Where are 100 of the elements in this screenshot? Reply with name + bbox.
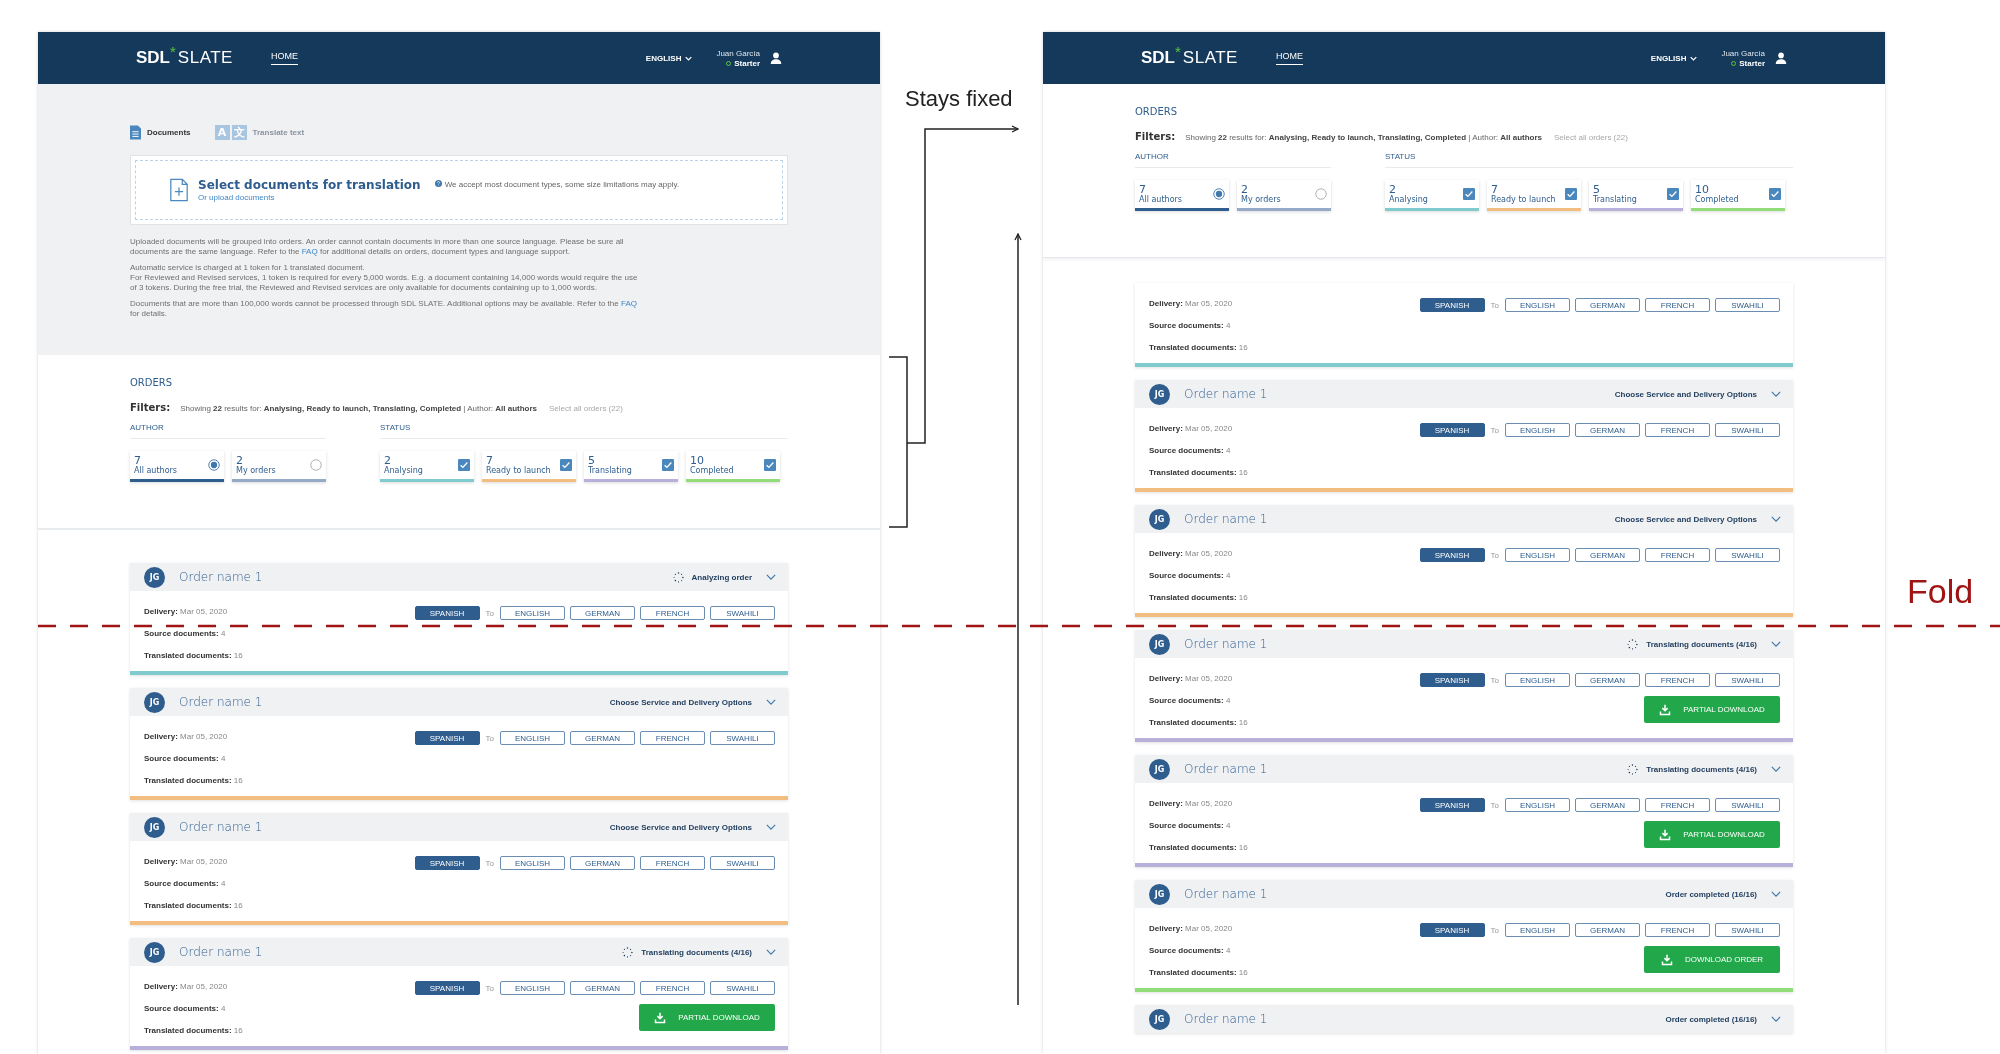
to-label: To — [485, 983, 494, 993]
card-header[interactable]: JG Order name 1 Analyzing order — [130, 563, 788, 591]
faq-link[interactable]: FAQ — [301, 247, 318, 256]
translate-icon: 文 — [231, 125, 247, 140]
delivery-date: Delivery: Mar 05, 2020 — [1149, 423, 1234, 435]
order-name: Order name 1 — [1184, 387, 1268, 401]
chevron-down-icon — [1690, 55, 1698, 61]
card-header[interactable]: JG Order name 1 Choose Service and Delivery Options — [130, 688, 788, 716]
target-language-tag: SWAHILI — [710, 981, 775, 995]
status-filter[interactable]: 2 Analysing — [1385, 180, 1479, 211]
author-filter[interactable]: 7 All authors — [1135, 180, 1229, 211]
chevron-down-icon[interactable] — [1771, 391, 1781, 397]
note-text: Uploaded documents will be grouped into orders. An order cannot contain documents in more than one source language. Please be sure all documents are the same language. Refer to the FAQ for additional details on orders, document types and language support. — [130, 237, 625, 257]
to-label: To — [485, 858, 494, 868]
status-filter[interactable]: 2 Analysing — [380, 451, 474, 482]
download-icon — [654, 1011, 667, 1024]
dropzone[interactable]: Select documents for translation Or upload documents We accept most document types, some size limitations may apply. — [130, 155, 788, 225]
to-label: To — [1490, 550, 1499, 560]
user-icon[interactable] — [770, 52, 782, 64]
source-count: Source documents: 4 — [1149, 445, 1232, 457]
chevron-down-icon — [685, 55, 693, 61]
chevron-down-icon[interactable] — [766, 699, 776, 705]
filter-summary: Showing 22 results for: Analysing, Ready to launch, Translating, Completed | Author: All authors — [1185, 133, 1543, 142]
language-dropdown[interactable]: ENGLISH — [645, 53, 693, 63]
order-name: Order name 1 — [1184, 762, 1268, 776]
status-filter[interactable]: 5 Translating — [1589, 180, 1683, 211]
delivery-date: Delivery: Mar 05, 2020 — [1149, 673, 1234, 685]
filters-label: Filters: — [1135, 131, 1176, 142]
chevron-down-icon[interactable] — [1771, 766, 1781, 772]
language-dropdown[interactable]: ENGLISH — [1650, 53, 1698, 63]
source-language-tag: SPANISH — [414, 731, 480, 745]
source-count: Source documents: 4 — [1149, 945, 1232, 957]
card-header[interactable]: JG Order name 1 Translating documents (4/16) — [130, 938, 788, 966]
source-language-tag: SPANISH — [414, 856, 480, 870]
document-icon — [130, 125, 141, 140]
target-language-tag: ENGLISH — [1505, 798, 1570, 812]
avatar: JG — [1149, 758, 1170, 780]
nav-link[interactable]: HOME — [1275, 51, 1303, 65]
target-language-tag: SWAHILI — [1715, 798, 1780, 812]
delivery-date: Delivery: Mar 05, 2020 — [1149, 923, 1234, 935]
download-icon — [1659, 703, 1672, 716]
faq-link[interactable]: FAQ — [620, 299, 637, 308]
delivery-date: Delivery: Mar 05, 2020 — [1149, 548, 1234, 560]
translated-count: Translated documents: 16 — [1149, 967, 1248, 979]
translated-count: Translated documents: 16 — [1149, 717, 1248, 729]
filter-summary: Showing 22 results for: Analysing, Ready to launch, Translating, Completed | Author: All authors — [180, 404, 538, 413]
author-filter[interactable]: 7 All authors — [130, 451, 224, 482]
author-filter[interactable]: 2 My orders — [1237, 180, 1331, 211]
delivery-date: Delivery: Mar 05, 2020 — [144, 606, 229, 618]
chevron-down-icon[interactable] — [1771, 641, 1781, 647]
mode-tab[interactable]: Documents — [130, 125, 191, 140]
order-name: Order name 1 — [179, 945, 263, 959]
target-language-tag: FRENCH — [1645, 798, 1710, 812]
target-language-tag: SWAHILI — [710, 731, 775, 745]
chevron-down-icon[interactable] — [766, 824, 776, 830]
order-status: Choose Service and Delivery Options — [609, 822, 752, 832]
card-header[interactable]: JG Order name 1 Choose Service and Delivery Options — [1135, 380, 1793, 408]
status-filter[interactable]: 7 Ready to launch — [482, 451, 576, 482]
avatar: JG — [144, 941, 165, 963]
chevron-down-icon[interactable] — [766, 949, 776, 955]
chevron-down-icon[interactable] — [1771, 516, 1781, 522]
source-count: Source documents: 4 — [1149, 320, 1232, 332]
card-header[interactable]: JG Order name 1 Choose Service and Delivery Options — [1135, 505, 1793, 533]
radio-icon — [1213, 188, 1225, 200]
chevron-down-icon[interactable] — [766, 574, 776, 580]
status-filter[interactable]: 5 Translating — [584, 451, 678, 482]
upload-link[interactable]: Or upload documents — [198, 193, 421, 202]
source-count: Source documents: 4 — [144, 878, 227, 890]
target-language-tag: FRENCH — [640, 606, 705, 620]
translated-count: Translated documents: 16 — [1149, 842, 1248, 854]
checkbox-icon — [662, 459, 674, 471]
avatar: JG — [1149, 1008, 1170, 1030]
avatar: JG — [1149, 383, 1170, 405]
card-header[interactable]: JG Order name 1 Order completed (16/16) — [1135, 1005, 1793, 1033]
status-filter[interactable]: 10 Completed — [1691, 180, 1785, 211]
status-filter[interactable]: 10 Completed — [686, 451, 780, 482]
translated-count: Translated documents: 16 — [144, 900, 243, 912]
status-filter[interactable]: 7 Ready to launch — [1487, 180, 1581, 211]
card-header[interactable]: JG Order name 1 Translating documents (4/16) — [1135, 755, 1793, 783]
card-header[interactable]: JG Order name 1 Translating documents (4/16) — [1135, 630, 1793, 658]
source-count: Source documents: 4 — [1149, 820, 1232, 832]
target-language-tag: ENGLISH — [1505, 298, 1570, 312]
to-label: To — [485, 608, 494, 618]
target-language-tag: ENGLISH — [500, 981, 565, 995]
filters-label: Filters: — [130, 402, 171, 413]
author-filter[interactable]: 2 My orders — [232, 451, 326, 482]
chevron-down-icon[interactable] — [1771, 1016, 1781, 1022]
card-header[interactable]: JG Order name 1 Order completed (16/16) — [1135, 880, 1793, 908]
user-icon[interactable] — [1775, 52, 1787, 64]
target-language-tag: SWAHILI — [710, 606, 775, 620]
nav-link[interactable]: HOME — [270, 51, 298, 65]
target-language-tag: GERMAN — [570, 981, 635, 995]
chevron-down-icon[interactable] — [1771, 891, 1781, 897]
dropzone-hint: We accept most document types, some size limitations may apply. — [444, 180, 680, 189]
checkbox-icon — [1667, 188, 1679, 200]
card-header[interactable]: JG Order name 1 Choose Service and Delivery Options — [130, 813, 788, 841]
annotation-label: Stays fixed — [905, 86, 1013, 112]
target-language-tag: GERMAN — [1575, 673, 1640, 687]
translated-count: Translated documents: 16 — [1149, 467, 1248, 479]
annotation-label: Fold — [1907, 572, 1974, 611]
